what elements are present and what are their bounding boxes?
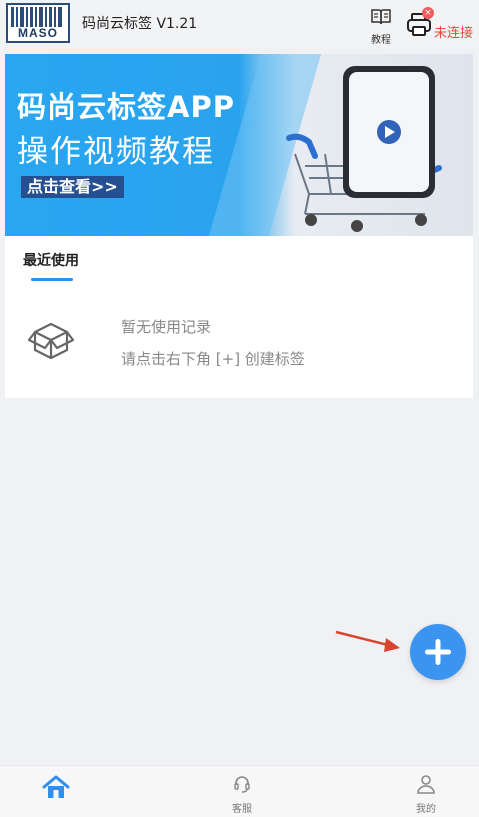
tutorial-button[interactable]: 教程 [366, 8, 396, 46]
banner-cta-button[interactable]: 点击查看>> [21, 176, 124, 198]
arrow-icon [335, 630, 400, 652]
empty-box-icon [27, 322, 75, 360]
connection-status[interactable]: 未连接 [434, 22, 473, 41]
nav-mine[interactable]: 我的 [396, 774, 456, 817]
book-icon [371, 9, 391, 25]
banner-subtitle: 操作视频教程 [17, 134, 215, 170]
tutorial-banner[interactable]: 码尚云标签APP 操作视频教程 点击查看>> [5, 54, 473, 236]
banner-title: 码尚云标签APP [17, 90, 235, 124]
tab-indicator [31, 278, 73, 281]
tab-recent[interactable]: 最近使用 [23, 250, 79, 270]
home-icon [42, 775, 70, 798]
app-screen: MASO 码尚云标签 V1.21 教程 × 未连接 码尚云标签APP 操作视频教… [0, 0, 479, 817]
app-title: 码尚云标签 V1.21 [82, 16, 198, 32]
nav-mine-label: 我的 [416, 804, 436, 815]
empty-state-hint: 请点击右下角 [+] 创建标签 [121, 350, 305, 368]
plus-icon [425, 639, 451, 665]
add-label-button[interactable] [410, 624, 466, 680]
tutorial-label: 教程 [371, 35, 391, 46]
nav-service-label: 客服 [232, 804, 252, 815]
barcode-logo-icon [11, 7, 62, 27]
nav-customer-service[interactable]: 客服 [212, 774, 272, 817]
empty-state-title: 暂无使用记录 [121, 318, 212, 336]
bottom-nav: 客服 我的 [0, 765, 479, 817]
banner-illustration [286, 66, 442, 232]
app-header: MASO 码尚云标签 V1.21 教程 × 未连接 [0, 0, 479, 48]
recent-card: 最近使用 暂无使用记录 请点击右下角 [+] 创建标签 [5, 236, 473, 398]
disconnected-badge-icon: × [422, 7, 434, 19]
user-icon [417, 775, 435, 794]
app-logo: MASO [6, 3, 70, 43]
nav-home[interactable] [26, 774, 86, 817]
headset-icon [234, 776, 250, 793]
logo-text: MASO [18, 26, 58, 40]
